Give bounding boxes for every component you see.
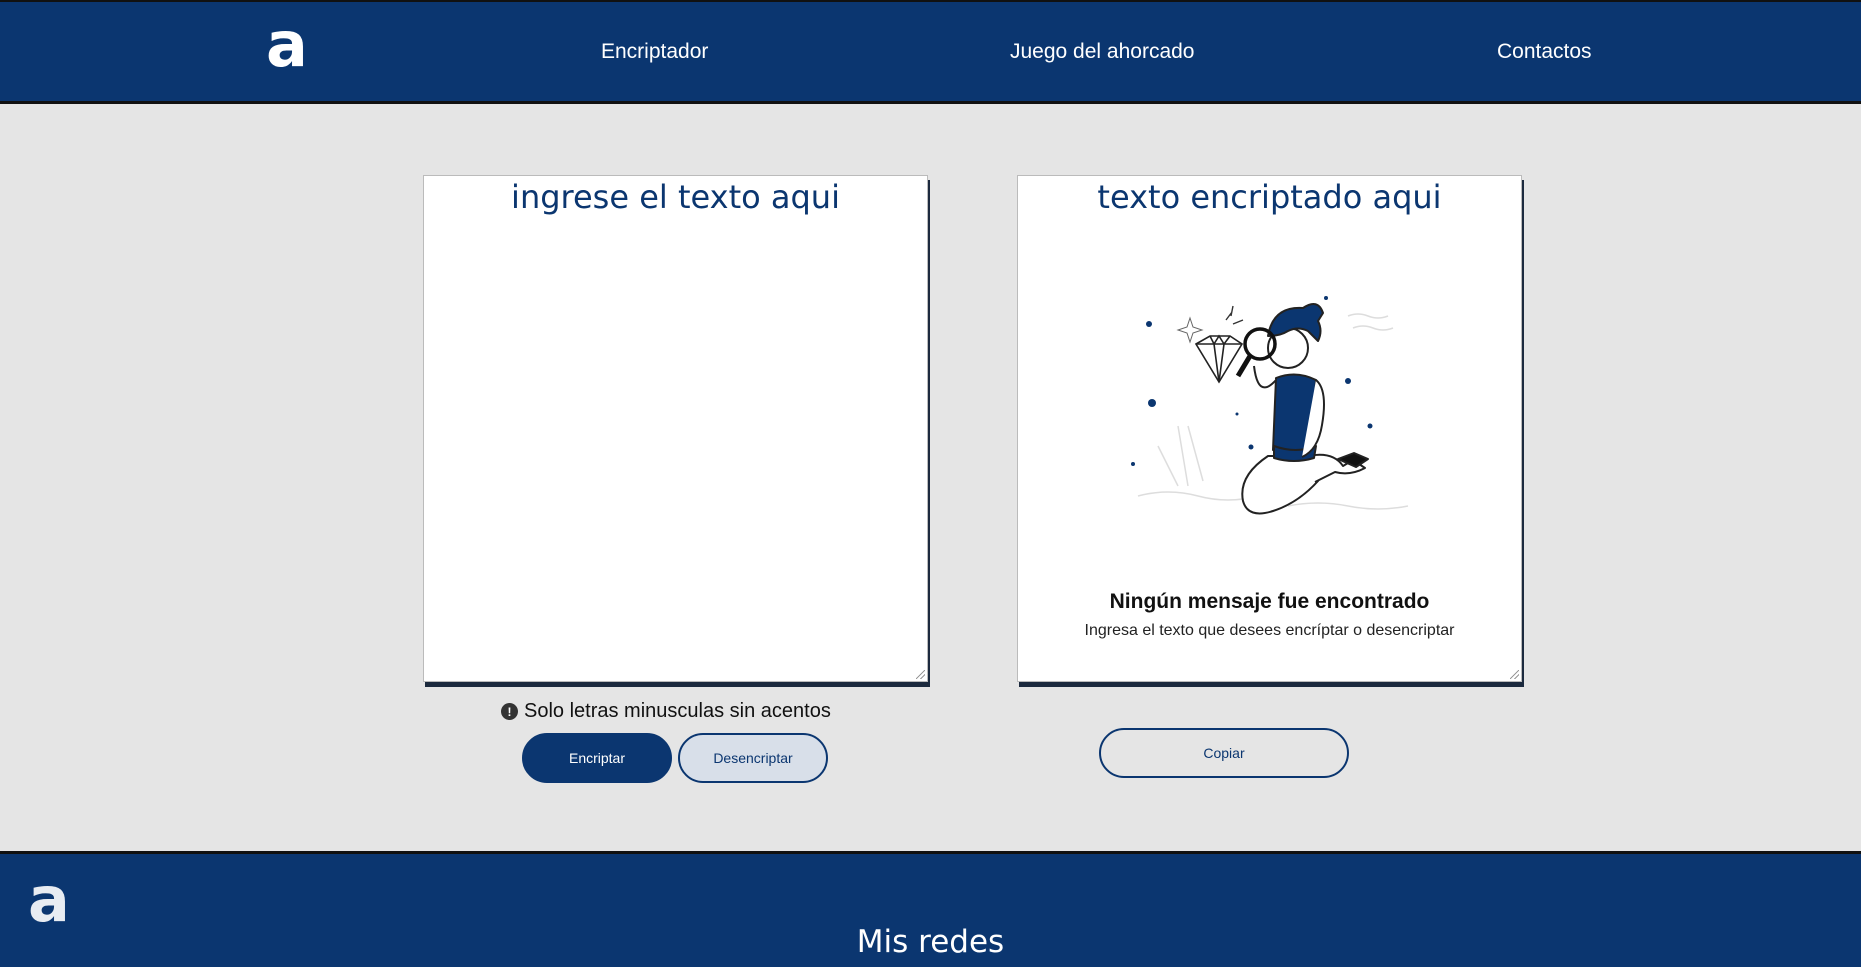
input-hint: ! Solo letras minusculas sin acentos: [501, 700, 831, 723]
empty-state-illustration: [1131, 296, 1409, 515]
footer-logo[interactable]: a: [28, 869, 70, 931]
logo[interactable]: a: [266, 14, 308, 76]
decrypt-button[interactable]: Desencriptar: [678, 733, 828, 783]
input-hint-text: Solo letras minusculas sin acentos: [524, 700, 831, 722]
footer-title: Mis redes: [856, 924, 1005, 960]
resize-handle[interactable]: [1510, 670, 1519, 679]
output-panel-title: texto encriptado aqui: [1097, 178, 1442, 216]
empty-state-subtitle: Ingresa el texto que desees encríptar o …: [1084, 622, 1455, 639]
text-input[interactable]: [424, 226, 927, 676]
output-panel: texto encriptado aqui Ningún mensaje fue…: [1017, 175, 1522, 682]
nav-link-juego-del-ahorcado[interactable]: Juego del ahorcado: [1010, 40, 1194, 64]
input-panel: ingrese el texto aqui: [423, 175, 928, 682]
nav-link-contactos[interactable]: Contactos: [1497, 40, 1592, 64]
site-footer: a Mis redes: [0, 851, 1861, 967]
resize-handle[interactable]: [916, 670, 925, 679]
nav-link-encriptador[interactable]: Encriptador: [601, 40, 708, 64]
empty-state-title: Ningún mensaje fue encontrado: [1109, 590, 1430, 613]
encrypt-button[interactable]: Encriptar: [522, 733, 672, 783]
exclamation-circle-icon: !: [501, 703, 518, 720]
copy-button[interactable]: Copiar: [1099, 728, 1349, 778]
input-panel-title: ingrese el texto aqui: [511, 178, 840, 216]
site-header: a Encriptador Juego del ahorcado Contact…: [0, 0, 1861, 104]
